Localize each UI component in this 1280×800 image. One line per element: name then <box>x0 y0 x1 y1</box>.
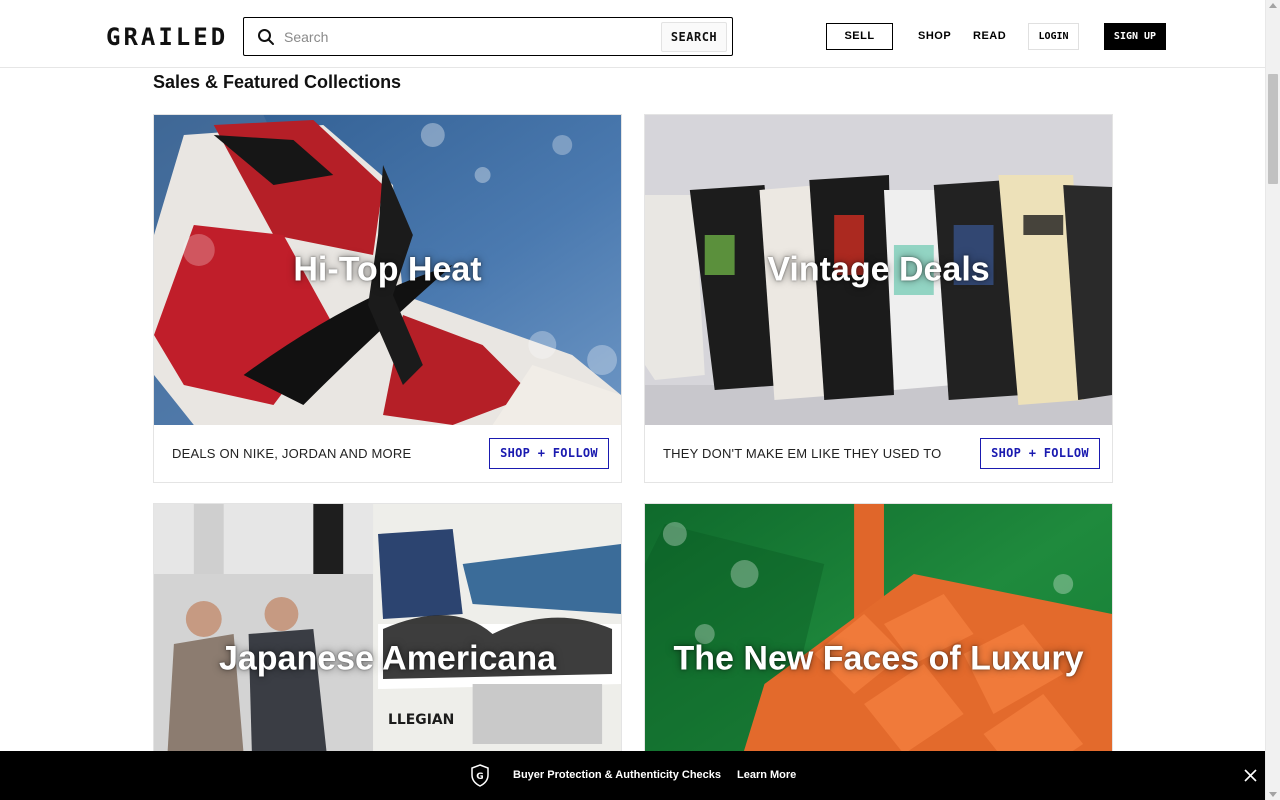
card-description: DEALS ON NIKE, JORDAN AND MORE <box>172 446 412 461</box>
svg-text:LLEGIAN: LLEGIAN <box>388 712 454 728</box>
shield-g-icon: G <box>471 764 489 787</box>
login-button[interactable]: LOGIN <box>1028 23 1079 50</box>
learn-more-link[interactable]: Learn More <box>737 769 796 781</box>
card-footer: DEALS ON NIKE, JORDAN AND MORE SHOP + FO… <box>154 425 621 482</box>
page-scrollbar[interactable] <box>1265 0 1280 800</box>
buyer-protection-banner: G Buyer Protection & Authenticity Checks… <box>0 751 1265 800</box>
section-title: Sales & Featured Collections <box>153 72 402 92</box>
card-title: Japanese Americana <box>218 639 557 678</box>
grailed-logo[interactable]: GRAILED <box>106 24 228 50</box>
nav-sell-button[interactable]: SELL <box>826 23 893 50</box>
search-bar: SEARCH <box>243 17 733 56</box>
signup-button[interactable]: SIGN UP <box>1104 23 1166 50</box>
collection-card-vintage-deals[interactable]: Vintage Deals THEY DON'T MAKE EM LIKE TH… <box>644 114 1113 483</box>
nav-read-link[interactable]: READ <box>973 30 1006 42</box>
nav-shop-link[interactable]: SHOP <box>918 30 951 42</box>
scrollbar-thumb[interactable] <box>1268 74 1278 184</box>
card-footer: THEY DON'T MAKE EM LIKE THEY USED TO SHO… <box>645 425 1112 482</box>
card-title: The New Faces of Luxury <box>673 639 1084 678</box>
card-title: Hi-Top Heat <box>293 250 482 289</box>
scroll-up-arrow-icon[interactable] <box>1269 3 1277 8</box>
collection-card-hi-top-heat[interactable]: Hi-Top Heat DEALS ON NIKE, JORDAN AND MO… <box>153 114 622 483</box>
scroll-down-arrow-icon[interactable] <box>1269 792 1277 797</box>
search-input[interactable] <box>284 26 694 48</box>
svg-text:G: G <box>476 772 483 782</box>
card-title: Vintage Deals <box>767 250 990 289</box>
vintage-tees-photo[interactable]: Vintage Deals <box>645 115 1112 425</box>
shop-follow-button[interactable]: SHOP + FOLLOW <box>980 438 1100 469</box>
banner-text: Buyer Protection & Authenticity Checks <box>513 769 722 781</box>
close-icon[interactable] <box>1243 768 1258 783</box>
red-sneaker-photo[interactable]: Hi-Top Heat <box>154 115 621 425</box>
search-icon <box>258 29 274 45</box>
site-header: GRAILED SEARCH SELL SHOP READ LOGIN SIGN… <box>0 0 1265 68</box>
shop-follow-button[interactable]: SHOP + FOLLOW <box>489 438 609 469</box>
card-description: THEY DON'T MAKE EM LIKE THEY USED TO <box>663 446 942 461</box>
search-button[interactable]: SEARCH <box>661 22 727 52</box>
